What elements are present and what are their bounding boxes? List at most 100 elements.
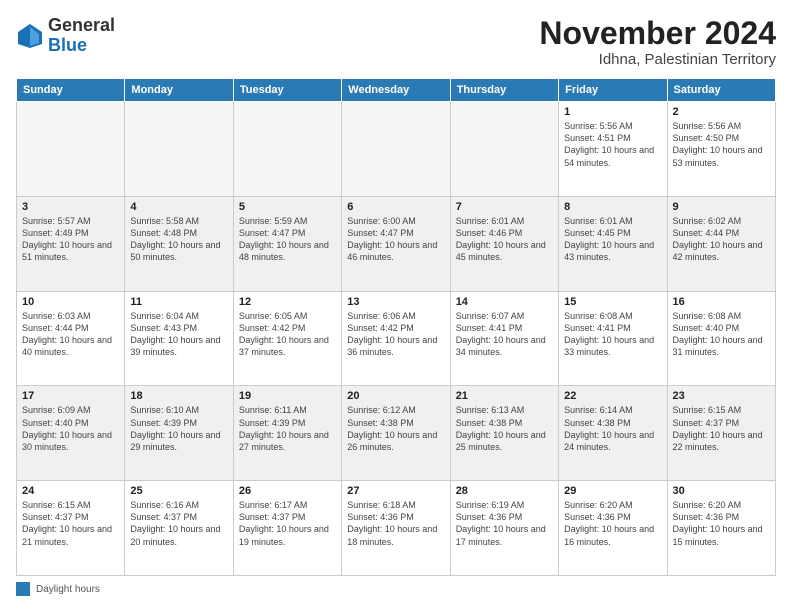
location-title: Idhna, Palestinian Territory [539, 51, 776, 68]
day-number: 2 [673, 106, 770, 118]
table-row: 11 Sunrise: 6:04 AM Sunset: 4:43 PM Dayli… [125, 291, 233, 386]
day-number: 12 [239, 296, 336, 308]
day-info: Sunrise: 6:11 AM Sunset: 4:39 PM Dayligh… [239, 404, 336, 453]
day-number: 18 [130, 390, 227, 402]
day-number: 8 [564, 201, 661, 213]
day-info: Sunrise: 6:01 AM Sunset: 4:45 PM Dayligh… [564, 215, 661, 264]
day-number: 7 [456, 201, 553, 213]
day-info: Sunrise: 6:18 AM Sunset: 4:36 PM Dayligh… [347, 499, 444, 548]
day-info: Sunrise: 6:20 AM Sunset: 4:36 PM Dayligh… [564, 499, 661, 548]
day-number: 20 [347, 390, 444, 402]
table-row: 19 Sunrise: 6:11 AM Sunset: 4:39 PM Dayli… [233, 386, 341, 481]
day-number: 13 [347, 296, 444, 308]
calendar-week-row: 17 Sunrise: 6:09 AM Sunset: 4:40 PM Dayli… [17, 386, 776, 481]
calendar-week-row: 3 Sunrise: 5:57 AM Sunset: 4:49 PM Daylig… [17, 196, 776, 291]
table-row: 21 Sunrise: 6:13 AM Sunset: 4:38 PM Dayli… [450, 386, 558, 481]
table-row [17, 102, 125, 197]
table-row: 20 Sunrise: 6:12 AM Sunset: 4:38 PM Dayli… [342, 386, 450, 481]
day-number: 27 [347, 485, 444, 497]
table-row: 22 Sunrise: 6:14 AM Sunset: 4:38 PM Dayli… [559, 386, 667, 481]
day-number: 30 [673, 485, 770, 497]
day-info: Sunrise: 5:56 AM Sunset: 4:50 PM Dayligh… [673, 120, 770, 169]
table-row: 4 Sunrise: 5:58 AM Sunset: 4:48 PM Daylig… [125, 196, 233, 291]
day-info: Sunrise: 6:08 AM Sunset: 4:41 PM Dayligh… [564, 310, 661, 359]
col-saturday: Saturday [667, 79, 775, 102]
table-row [125, 102, 233, 197]
table-row: 25 Sunrise: 6:16 AM Sunset: 4:37 PM Dayli… [125, 481, 233, 576]
calendar-header-row: Sunday Monday Tuesday Wednesday Thursday… [17, 79, 776, 102]
day-number: 17 [22, 390, 119, 402]
day-info: Sunrise: 6:15 AM Sunset: 4:37 PM Dayligh… [22, 499, 119, 548]
day-info: Sunrise: 6:15 AM Sunset: 4:37 PM Dayligh… [673, 404, 770, 453]
day-info: Sunrise: 6:04 AM Sunset: 4:43 PM Dayligh… [130, 310, 227, 359]
legend-label: Daylight hours [36, 584, 100, 595]
table-row: 14 Sunrise: 6:07 AM Sunset: 4:41 PM Dayli… [450, 291, 558, 386]
col-wednesday: Wednesday [342, 79, 450, 102]
day-info: Sunrise: 6:01 AM Sunset: 4:46 PM Dayligh… [456, 215, 553, 264]
logo-blue-text: Blue [48, 35, 87, 55]
day-info: Sunrise: 5:58 AM Sunset: 4:48 PM Dayligh… [130, 215, 227, 264]
table-row: 7 Sunrise: 6:01 AM Sunset: 4:46 PM Daylig… [450, 196, 558, 291]
day-number: 22 [564, 390, 661, 402]
day-info: Sunrise: 6:08 AM Sunset: 4:40 PM Dayligh… [673, 310, 770, 359]
table-row [450, 102, 558, 197]
day-number: 5 [239, 201, 336, 213]
day-number: 10 [22, 296, 119, 308]
table-row: 27 Sunrise: 6:18 AM Sunset: 4:36 PM Dayli… [342, 481, 450, 576]
day-info: Sunrise: 6:03 AM Sunset: 4:44 PM Dayligh… [22, 310, 119, 359]
table-row [342, 102, 450, 197]
day-info: Sunrise: 6:10 AM Sunset: 4:39 PM Dayligh… [130, 404, 227, 453]
day-info: Sunrise: 6:17 AM Sunset: 4:37 PM Dayligh… [239, 499, 336, 548]
footer: Daylight hours [16, 582, 776, 596]
table-row: 15Sunrise: 6:08 AM Sunset: 4:41 PM Dayli… [559, 291, 667, 386]
col-monday: Monday [125, 79, 233, 102]
day-number: 23 [673, 390, 770, 402]
calendar: Sunday Monday Tuesday Wednesday Thursday… [16, 78, 776, 576]
col-tuesday: Tuesday [233, 79, 341, 102]
col-friday: Friday [559, 79, 667, 102]
table-row: 23 Sunrise: 6:15 AM Sunset: 4:37 PM Dayli… [667, 386, 775, 481]
table-row: 17 Sunrise: 6:09 AM Sunset: 4:40 PM Dayli… [17, 386, 125, 481]
day-info: Sunrise: 6:12 AM Sunset: 4:38 PM Dayligh… [347, 404, 444, 453]
calendar-week-row: 1Sunrise: 5:56 AM Sunset: 4:51 PM Daylig… [17, 102, 776, 197]
day-info: Sunrise: 6:14 AM Sunset: 4:38 PM Dayligh… [564, 404, 661, 453]
table-row: 1Sunrise: 5:56 AM Sunset: 4:51 PM Daylig… [559, 102, 667, 197]
day-number: 24 [22, 485, 119, 497]
calendar-week-row: 24 Sunrise: 6:15 AM Sunset: 4:37 PM Dayli… [17, 481, 776, 576]
day-info: Sunrise: 6:07 AM Sunset: 4:41 PM Dayligh… [456, 310, 553, 359]
table-row: 5 Sunrise: 5:59 AM Sunset: 4:47 PM Daylig… [233, 196, 341, 291]
day-number: 29 [564, 485, 661, 497]
day-number: 19 [239, 390, 336, 402]
day-info: Sunrise: 6:13 AM Sunset: 4:38 PM Dayligh… [456, 404, 553, 453]
month-title: November 2024 [539, 16, 776, 51]
day-number: 14 [456, 296, 553, 308]
col-sunday: Sunday [17, 79, 125, 102]
logo: General Blue [16, 16, 115, 56]
day-number: 9 [673, 201, 770, 213]
table-row: 28Sunrise: 6:19 AM Sunset: 4:36 PM Dayli… [450, 481, 558, 576]
day-number: 6 [347, 201, 444, 213]
table-row: 8 Sunrise: 6:01 AM Sunset: 4:45 PM Daylig… [559, 196, 667, 291]
day-number: 11 [130, 296, 227, 308]
calendar-week-row: 10 Sunrise: 6:03 AM Sunset: 4:44 PM Dayli… [17, 291, 776, 386]
day-info: Sunrise: 6:20 AM Sunset: 4:36 PM Dayligh… [673, 499, 770, 548]
col-thursday: Thursday [450, 79, 558, 102]
table-row: 10 Sunrise: 6:03 AM Sunset: 4:44 PM Dayli… [17, 291, 125, 386]
table-row: 6Sunrise: 6:00 AM Sunset: 4:47 PM Daylig… [342, 196, 450, 291]
day-info: Sunrise: 6:05 AM Sunset: 4:42 PM Dayligh… [239, 310, 336, 359]
table-row: 13Sunrise: 6:06 AM Sunset: 4:42 PM Dayli… [342, 291, 450, 386]
day-info: Sunrise: 5:57 AM Sunset: 4:49 PM Dayligh… [22, 215, 119, 264]
day-number: 21 [456, 390, 553, 402]
day-number: 28 [456, 485, 553, 497]
day-info: Sunrise: 6:16 AM Sunset: 4:37 PM Dayligh… [130, 499, 227, 548]
day-info: Sunrise: 5:59 AM Sunset: 4:47 PM Dayligh… [239, 215, 336, 264]
table-row: 3 Sunrise: 5:57 AM Sunset: 4:49 PM Daylig… [17, 196, 125, 291]
table-row: 16Sunrise: 6:08 AM Sunset: 4:40 PM Dayli… [667, 291, 775, 386]
day-number: 4 [130, 201, 227, 213]
day-info: Sunrise: 6:02 AM Sunset: 4:44 PM Dayligh… [673, 215, 770, 264]
table-row: 9 Sunrise: 6:02 AM Sunset: 4:44 PM Daylig… [667, 196, 775, 291]
day-info: Sunrise: 6:09 AM Sunset: 4:40 PM Dayligh… [22, 404, 119, 453]
day-number: 25 [130, 485, 227, 497]
table-row: 26Sunrise: 6:17 AM Sunset: 4:37 PM Dayli… [233, 481, 341, 576]
day-number: 3 [22, 201, 119, 213]
